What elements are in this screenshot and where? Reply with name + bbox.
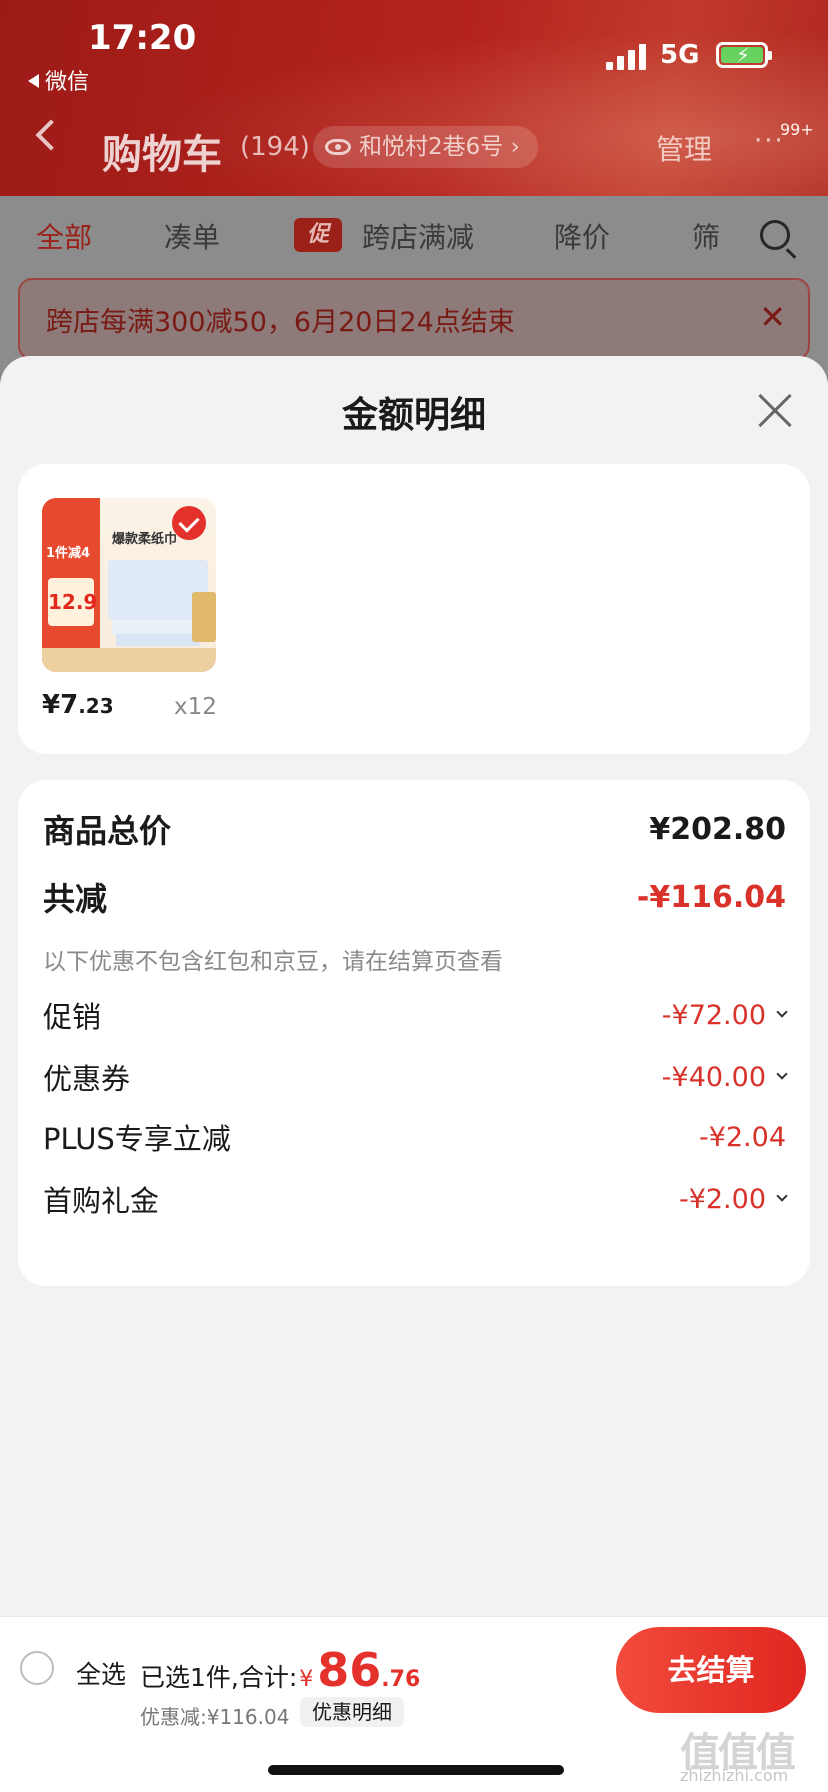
reduce-value: -¥116.04 bbox=[636, 879, 786, 915]
promo-banner: 跨店每满300减50，6月20日24点结束 ✕ bbox=[18, 278, 810, 360]
product-quantity: x12 bbox=[174, 694, 217, 720]
battery-charging-icon: ⚡ bbox=[716, 42, 772, 68]
promo-tag: 促 bbox=[294, 218, 342, 252]
discount-label: 首购礼金 bbox=[43, 1184, 160, 1218]
product-card: 1件减4 12.9 爆款柔纸巾 ¥7.23 x12 bbox=[18, 464, 810, 754]
address-selector[interactable]: 和悦村2巷6号 › bbox=[313, 126, 538, 168]
amount-detail-sheet: 金额明细 1件减4 12.9 爆款柔纸巾 ¥7.23 x12 商品总价 ¥202… bbox=[0, 356, 828, 1792]
back-app-label: 微信 bbox=[45, 70, 90, 95]
tab-coudan[interactable]: 凑单 bbox=[164, 216, 220, 256]
discount-value: -¥72.00 bbox=[661, 999, 766, 1031]
tab-price-drop[interactable]: 降价 bbox=[554, 216, 610, 256]
total-amount-int: 86 bbox=[317, 1643, 382, 1697]
currency-symbol: ¥ bbox=[299, 1667, 314, 1692]
select-all-label[interactable]: 全选 bbox=[76, 1655, 126, 1691]
checked-icon bbox=[172, 506, 206, 540]
thumb-tag: 1件减4 bbox=[46, 546, 91, 561]
cart-count: (194) bbox=[240, 132, 310, 162]
reduce-label: 共减 bbox=[43, 880, 108, 918]
total-amount-dec: .76 bbox=[381, 1667, 421, 1692]
back-to-app-link[interactable]: 微信 bbox=[28, 64, 89, 96]
discount-detail-button[interactable]: 优惠明细 bbox=[300, 1697, 404, 1727]
promo-banner-text: 跨店每满300减50，6月20日24点结束 bbox=[46, 307, 515, 338]
thumb-price: 12.9 bbox=[48, 578, 97, 626]
product-price: ¥7.23 bbox=[42, 690, 114, 720]
close-icon[interactable]: ✕ bbox=[759, 298, 786, 336]
discount-row-coupon[interactable]: 优惠券 -¥40.00 bbox=[43, 1056, 788, 1098]
chevron-down-icon bbox=[776, 1006, 788, 1018]
screen: 17:20 微信 5G ⚡ 购物车 (194) 和悦村2巷6号 › 管理 ···… bbox=[0, 0, 828, 1792]
checkout-button[interactable]: 去结算 bbox=[616, 1627, 806, 1713]
address-text: 和悦村2巷6号 › bbox=[359, 134, 520, 160]
message-badge: 99+ bbox=[780, 120, 814, 139]
select-all-radio[interactable] bbox=[20, 1651, 54, 1685]
back-chevron-icon[interactable] bbox=[35, 119, 67, 151]
summary-prefix: 已选1件,合计: bbox=[140, 1663, 298, 1692]
discount-label: PLUS专享立减 bbox=[43, 1122, 231, 1156]
total-label: 商品总价 bbox=[43, 812, 172, 850]
close-icon[interactable] bbox=[756, 392, 794, 430]
more-icon[interactable]: ··· bbox=[754, 126, 785, 156]
chevron-down-icon bbox=[776, 1068, 788, 1080]
cart-header: 17:20 微信 5G ⚡ 购物车 (194) 和悦村2巷6号 › 管理 ···… bbox=[0, 0, 828, 196]
discount-row-promo[interactable]: 促销 -¥72.00 bbox=[43, 994, 788, 1036]
discount-value: -¥2.04 bbox=[698, 1121, 786, 1153]
thumb-headline: 爆款柔纸巾 bbox=[112, 532, 178, 547]
discount-row-plus: PLUS专享立减 -¥2.04 bbox=[43, 1116, 786, 1158]
discount-value: -¥40.00 bbox=[661, 1061, 766, 1093]
discount-value: -¥2.00 bbox=[678, 1183, 766, 1215]
product-image[interactable]: 1件减4 12.9 爆款柔纸巾 bbox=[42, 498, 216, 672]
saved-amount: 优惠减:¥116.04 bbox=[140, 1705, 290, 1729]
price-detail-card: 商品总价 ¥202.80 共减 -¥116.04 以下优惠不包含红包和京豆，请在… bbox=[18, 780, 810, 1286]
total-value: ¥202.80 bbox=[649, 811, 786, 847]
eye-icon bbox=[325, 139, 351, 155]
search-icon[interactable] bbox=[760, 220, 790, 250]
tab-cross-store[interactable]: 跨店满减 bbox=[362, 216, 474, 256]
status-time: 17:20 bbox=[88, 18, 197, 58]
discount-label: 促销 bbox=[43, 1000, 102, 1034]
filter-tabs: 全部 凑单 促 跨店满减 降价 筛 bbox=[0, 196, 828, 276]
watermark-url: zhizhizhi.com bbox=[680, 1766, 789, 1785]
total-row: 商品总价 ¥202.80 bbox=[43, 806, 786, 852]
discount-note: 以下优惠不包含红包和京豆，请在结算页查看 bbox=[43, 949, 503, 975]
network-label: 5G bbox=[660, 40, 700, 70]
chevron-down-icon bbox=[776, 1190, 788, 1202]
tab-all[interactable]: 全部 bbox=[36, 216, 92, 256]
discount-row-first-purchase[interactable]: 首购礼金 -¥2.00 bbox=[43, 1178, 788, 1220]
home-indicator bbox=[268, 1765, 564, 1775]
page-title: 购物车 bbox=[102, 132, 222, 178]
back-triangle-icon bbox=[28, 74, 39, 88]
discount-label: 优惠券 bbox=[43, 1062, 131, 1096]
signal-icon bbox=[606, 42, 648, 70]
tab-filter[interactable]: 筛 bbox=[692, 216, 720, 256]
order-summary: 已选1件,合计: ¥ 86 .76 bbox=[140, 1647, 420, 1694]
sheet-title: 金额明细 bbox=[341, 395, 486, 436]
manage-button[interactable]: 管理 bbox=[656, 128, 712, 168]
reduce-row: 共减 -¥116.04 bbox=[43, 874, 786, 920]
